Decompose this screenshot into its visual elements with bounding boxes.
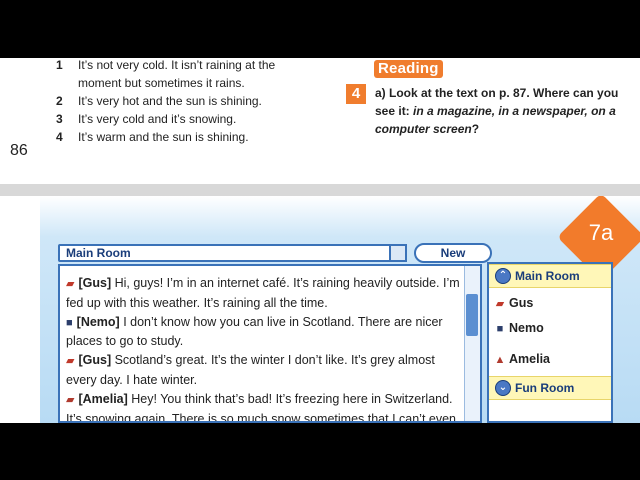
exercise-question: a) Look at the text on p. 87. Where can … [375, 84, 637, 138]
list-text: It’s warm and the sun is shining. [78, 130, 249, 144]
message-text: I don’t know how you can live in Scotlan… [66, 314, 443, 349]
message-nick: [Gus] [78, 276, 112, 290]
user-name: Gus [509, 296, 534, 310]
question-suffix: ? [471, 122, 480, 136]
tab-main-room[interactable]: ⌃ Main Room [489, 264, 611, 288]
user-item-nemo[interactable]: ■ Nemo [493, 319, 544, 337]
list-text: It’s not very cold. It isn’t raining at … [78, 58, 276, 90]
cap-icon: ▰ [66, 355, 75, 368]
chat-scrollbar[interactable] [464, 266, 480, 421]
top-page: 1 It’s not very cold. It isn’t raining a… [0, 58, 640, 184]
message-text: Hi, guys! I’m in an internet café. It’s … [66, 276, 460, 310]
user-name: Nemo [509, 321, 544, 335]
message-nick: [Gus] [78, 353, 112, 368]
message-text: Scotland’s great. It’s the winter I don’… [66, 353, 435, 387]
user-name: Amelia [509, 352, 550, 366]
list-number: 4 [56, 130, 63, 144]
tab-fun-room[interactable]: ⌄ Fun Room [489, 376, 611, 400]
list-text: It’s very cold and it’s snowing. [78, 112, 237, 126]
exercise-number: 4 [346, 84, 366, 104]
user-item-amelia[interactable]: ▲ Amelia [493, 350, 550, 368]
dropdown-button[interactable] [389, 244, 407, 262]
chevron-down-icon: ⌄ [495, 380, 511, 396]
cap-icon: ▰ [66, 278, 75, 290]
chat-message: ▰ [Gus] Hi, guys! I’m in an internet café… [66, 274, 464, 313]
chat-message: ■ [Nemo] I don’t know how you can live in… [66, 313, 464, 352]
rooms-panel: ⌃ Main Room ▰ Gus ■ Nemo ▲ Amelia ⌄ Fun Roo… [487, 262, 613, 423]
woman-icon: ▲ [494, 354, 506, 366]
user-item-gus[interactable]: ▰ Gus [493, 294, 534, 312]
unit-badge-label: 7a [588, 220, 614, 245]
list-item: 3 It’s very cold and it’s snowing. [56, 110, 316, 128]
tab-label: Main Room [515, 269, 580, 283]
tab-label: Fun Room [515, 381, 575, 395]
woman-icon: ▰ [66, 393, 75, 406]
robot-icon: ■ [496, 323, 504, 335]
list-item: 1 It’s not very cold. It isn’t raining a… [56, 58, 316, 92]
message-nick: [Nemo] [76, 314, 120, 329]
chat-message: ▰ [Gus] Scotland’s great. It’s the winter… [66, 351, 464, 390]
chat-message: ▰ [Amelia] Hey! You think that’s bad! It’… [66, 390, 464, 421]
message-nick: [Amelia] [78, 391, 128, 406]
cap-icon: ▰ [495, 298, 505, 310]
scrollbar-thumb[interactable] [466, 294, 478, 336]
chat-messages: ▰ [Gus] Hi, guys! I’m in an internet café… [66, 274, 464, 421]
list-number: 1 [56, 58, 63, 72]
list-item: 2 It’s very hot and the sun is shining. [56, 92, 316, 110]
chevron-up-icon: ⌃ [495, 268, 511, 284]
list-text: It’s very hot and the sun is shining. [78, 94, 262, 108]
weather-list: 1 It’s not very cold. It isn’t raining a… [56, 58, 316, 146]
page-number: 86 [10, 142, 28, 159]
new-button[interactable]: New [414, 243, 492, 263]
reading-section-tag: Reading [374, 60, 443, 78]
list-number: 3 [56, 112, 63, 126]
room-title: Main Room [66, 246, 131, 260]
robot-icon: ■ [66, 316, 73, 329]
room-title-bar: Main Room [58, 244, 407, 262]
chat-window: ▰ [Gus] Hi, guys! I’m in an internet café… [58, 264, 482, 423]
list-number: 2 [56, 94, 63, 108]
bottom-page: 7a Main Room New ▰ [Gus] Hi, guys! I’m in… [0, 196, 640, 423]
list-item: 4 It’s warm and the sun is shining. [56, 128, 316, 146]
page-gap [0, 184, 640, 196]
